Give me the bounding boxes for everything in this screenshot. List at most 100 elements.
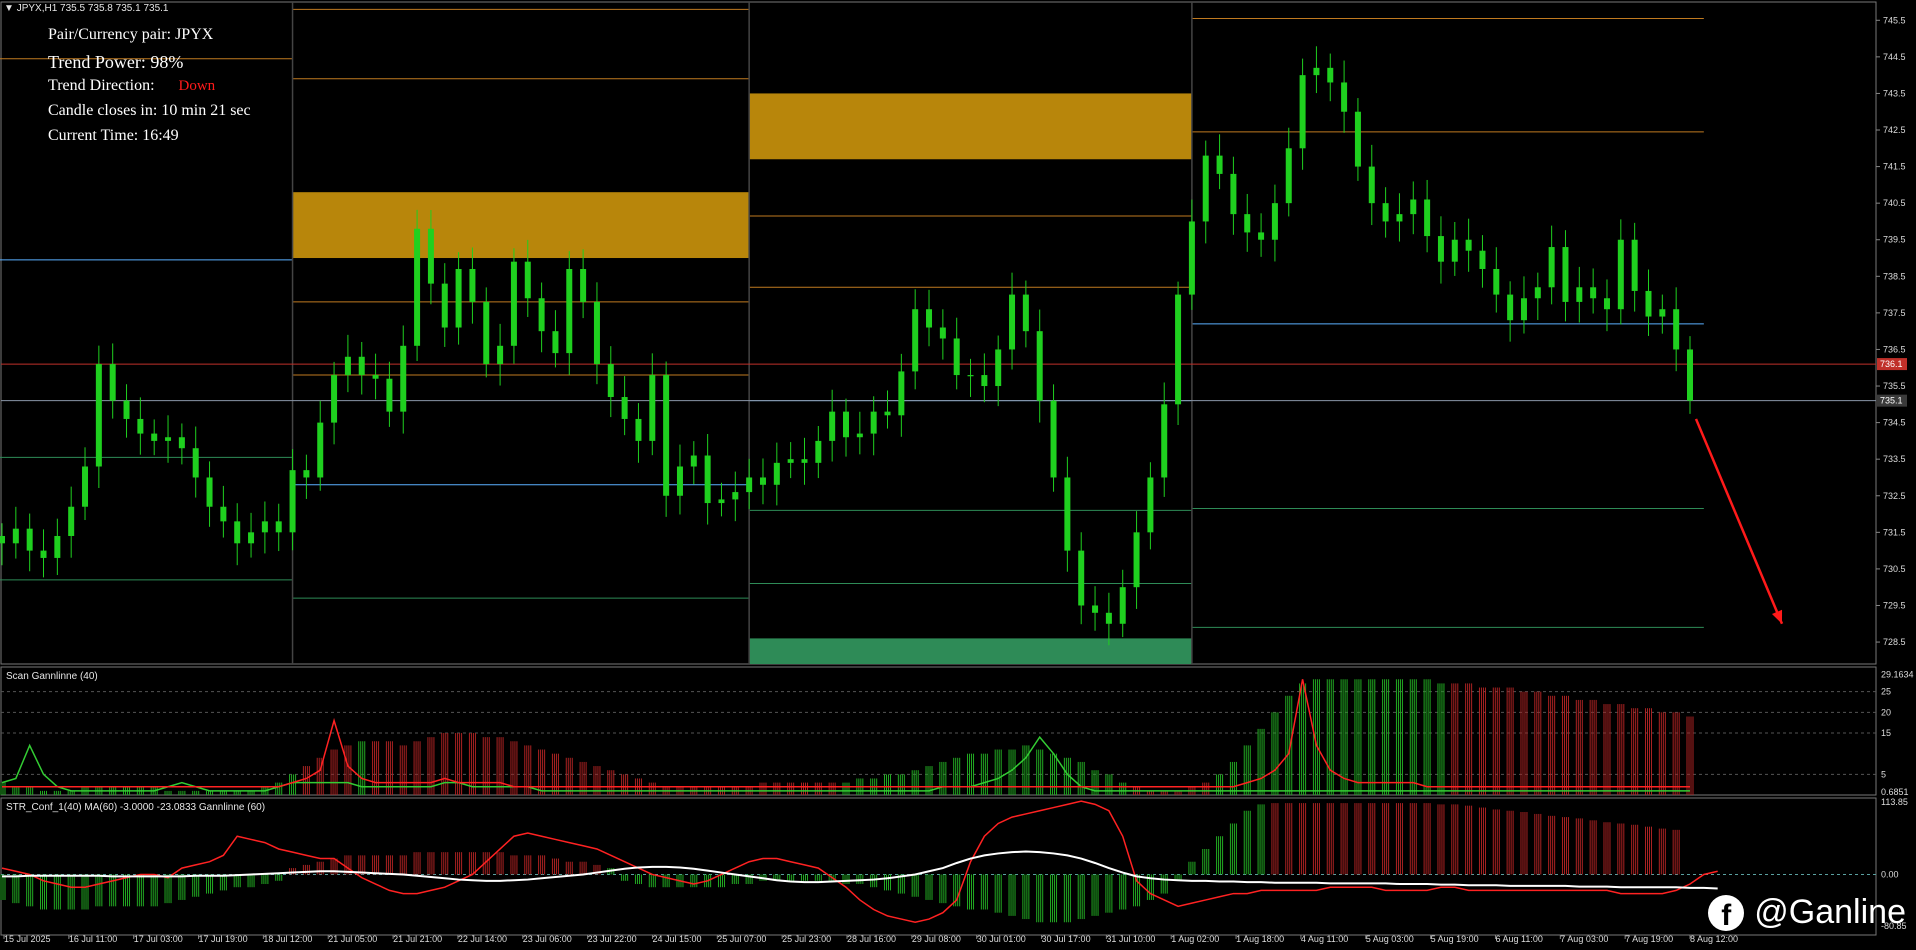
candle-body	[607, 364, 614, 398]
candle-body	[358, 356, 365, 376]
candle-body	[1258, 232, 1265, 240]
candle-body	[1036, 331, 1043, 401]
candle-body	[1631, 239, 1638, 291]
candle-body	[123, 400, 130, 419]
time-tick-label: 5 Aug 19:00	[1431, 934, 1479, 944]
candle-body	[1410, 199, 1417, 215]
candle-body	[663, 375, 670, 496]
price-tick-label: 729.5	[1883, 600, 1906, 610]
time-tick-label: 4 Aug 11:00	[1301, 934, 1348, 944]
candle-body	[843, 411, 849, 438]
candle-body	[1617, 239, 1624, 310]
candle-body	[372, 375, 379, 379]
candle-body	[317, 422, 324, 478]
price-tick-label: 728.5	[1883, 637, 1906, 647]
candle-body	[1687, 349, 1693, 401]
candle-body	[856, 433, 863, 438]
time-tick-label: 31 Jul 10:00	[1106, 934, 1155, 944]
time-tick-label: 29 Jul 08:00	[912, 934, 961, 944]
candle-body	[1673, 309, 1680, 350]
candle-body	[815, 440, 822, 463]
trend-direction-label: Trend Direction:	[48, 77, 155, 94]
candle-body	[1092, 605, 1099, 613]
candle-body	[469, 268, 476, 302]
dropdown-triangle-icon[interactable]: ▼	[4, 3, 14, 14]
time-tick-label: 8 Aug 12:00	[1690, 934, 1738, 944]
time-tick-label: 6 Aug 11:00	[1495, 934, 1542, 944]
str-white-line	[2, 850, 1718, 890]
price-tick-label: 731.5	[1883, 527, 1906, 537]
candle-body	[552, 331, 559, 354]
time-tick-label: 25 Jul 07:00	[717, 934, 766, 944]
candle-body	[593, 301, 600, 365]
time-tick-label: 17 Jul 19:00	[199, 934, 248, 944]
time-tick-label: 1 Aug 18:00	[1236, 934, 1284, 944]
candle-body	[1299, 75, 1306, 149]
trend-direction-value: Down	[178, 78, 216, 94]
chart-canvas[interactable]: 745.5 744.5 743.5 742.5 741.5 740.5 739.5 738.5…	[0, 0, 1916, 950]
price-tick-label: 735.5	[1883, 381, 1906, 391]
candle-body	[746, 477, 753, 493]
candle-body	[718, 499, 725, 504]
candle-close-timer: Candle closes in: 10 min 21 sec	[48, 102, 251, 119]
forecast-arrow	[1694, 418, 1784, 625]
candle-body	[206, 477, 213, 507]
candle-body	[1161, 404, 1168, 478]
price-tag-label: 735.1	[1880, 396, 1903, 406]
time-tick-label: 17 Jul 03:00	[134, 934, 183, 944]
trend-power: Trend Power: 98%	[48, 52, 184, 72]
candle-body	[151, 433, 158, 441]
candle-body	[1534, 287, 1541, 299]
candle-body	[649, 375, 656, 441]
candle-body	[787, 459, 794, 463]
pair-label: Pair/Currency pair: JPYX	[48, 26, 214, 43]
candle-body	[192, 448, 199, 478]
str-red-line	[1, 800, 1718, 924]
candle-body	[414, 228, 421, 346]
scan-tick-label: 20	[1881, 707, 1891, 717]
price-tick-label: 732.5	[1883, 491, 1906, 501]
price-tick-label: 737.5	[1883, 308, 1906, 318]
candle-body	[109, 364, 116, 401]
symbol-header[interactable]: ▼ JPYX,H1 735.5 735.8 735.1 735.1	[4, 3, 168, 14]
candle-body	[953, 338, 960, 376]
time-tick-label: 7 Aug 03:00	[1560, 934, 1608, 944]
price-tick-label: 733.5	[1883, 454, 1906, 464]
resistance-zone	[292, 192, 750, 259]
candle-body	[400, 345, 407, 412]
candle-body	[1271, 203, 1278, 240]
facebook-icon: f	[1708, 894, 1745, 932]
candle-body	[690, 455, 697, 467]
candle-body	[1659, 309, 1666, 317]
candle-body	[524, 261, 531, 299]
candle-body	[1451, 239, 1458, 262]
candle-body	[1216, 155, 1223, 174]
brand-watermark: f @Ganline	[1708, 893, 1906, 932]
str-tick-label: 113.85	[1881, 797, 1908, 807]
candle-body	[1645, 290, 1652, 317]
candle-body	[1382, 203, 1389, 222]
resistance-zone	[749, 93, 1192, 160]
candle-body	[1465, 239, 1472, 251]
candle-body	[12, 528, 19, 544]
candle-body	[1064, 477, 1071, 551]
candle-body	[898, 371, 905, 416]
candle-body	[884, 411, 891, 416]
str-tick-label: 0.00	[1881, 869, 1899, 879]
candle-body	[1368, 166, 1375, 204]
scan-tick-label: 5	[1881, 769, 1886, 779]
candle-body	[1285, 148, 1292, 204]
candle-body	[0, 535, 5, 544]
candle-body	[759, 477, 766, 485]
price-tick-label: 734.5	[1883, 418, 1906, 428]
price-tick-label: 743.5	[1883, 88, 1906, 98]
candle-body	[248, 532, 255, 544]
candle-body	[1313, 67, 1320, 76]
time-tick-label: 30 Jul 01:00	[977, 934, 1026, 944]
candle-body	[1437, 236, 1444, 262]
candle-body	[773, 462, 780, 485]
candle-body	[635, 418, 642, 441]
candle-body	[1354, 111, 1361, 167]
candle-body	[926, 309, 933, 328]
candle-body	[912, 309, 919, 372]
